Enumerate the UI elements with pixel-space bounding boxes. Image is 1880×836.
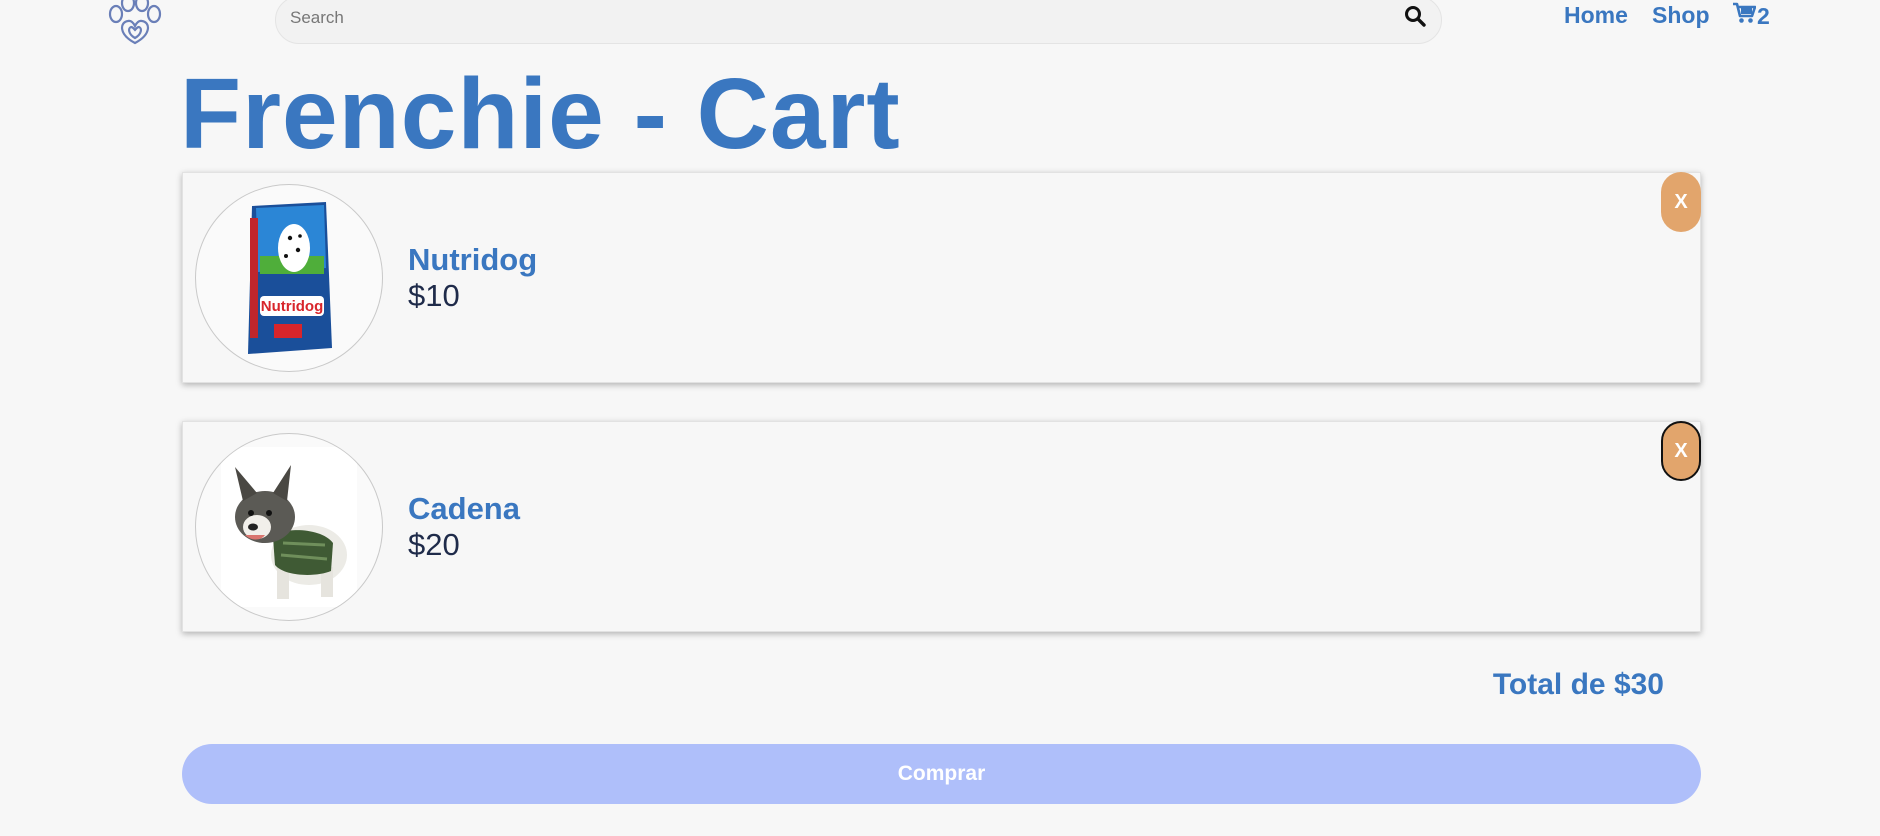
dog-food-bag-image: Nutridog [195,184,383,372]
search-icon[interactable] [1399,0,1431,32]
svg-text:Nutridog: Nutridog [261,298,323,315]
item-name: Nutridog [408,242,538,277]
remove-item-button[interactable]: X [1661,421,1701,481]
nav-home-link[interactable]: Home [1564,2,1628,29]
item-price: $10 [408,278,460,313]
cart-item: Nutridog Nutridog $10 X [182,172,1701,383]
page-title: Frenchie - Cart [180,58,901,170]
remove-item-button[interactable]: X [1661,172,1701,232]
cart-item: Cadena $20 X [182,421,1701,632]
nav-shop-link[interactable]: Shop [1652,2,1710,29]
buy-button[interactable]: Comprar [182,744,1701,804]
nav-cart-link[interactable]: 2 [1732,2,1770,30]
top-navbar: Home Shop 2 [0,0,1880,48]
cart-icon [1732,2,1757,30]
item-name: Cadena [408,491,520,526]
search-bar [275,0,1442,44]
french-bulldog-harness-image [195,433,383,621]
paw-heart-logo-icon[interactable] [102,0,166,46]
item-price: $20 [408,527,460,562]
cart-count-badge: 2 [1757,2,1770,29]
cart-total: Total de $30 [1492,668,1664,701]
search-input[interactable] [290,3,1370,33]
